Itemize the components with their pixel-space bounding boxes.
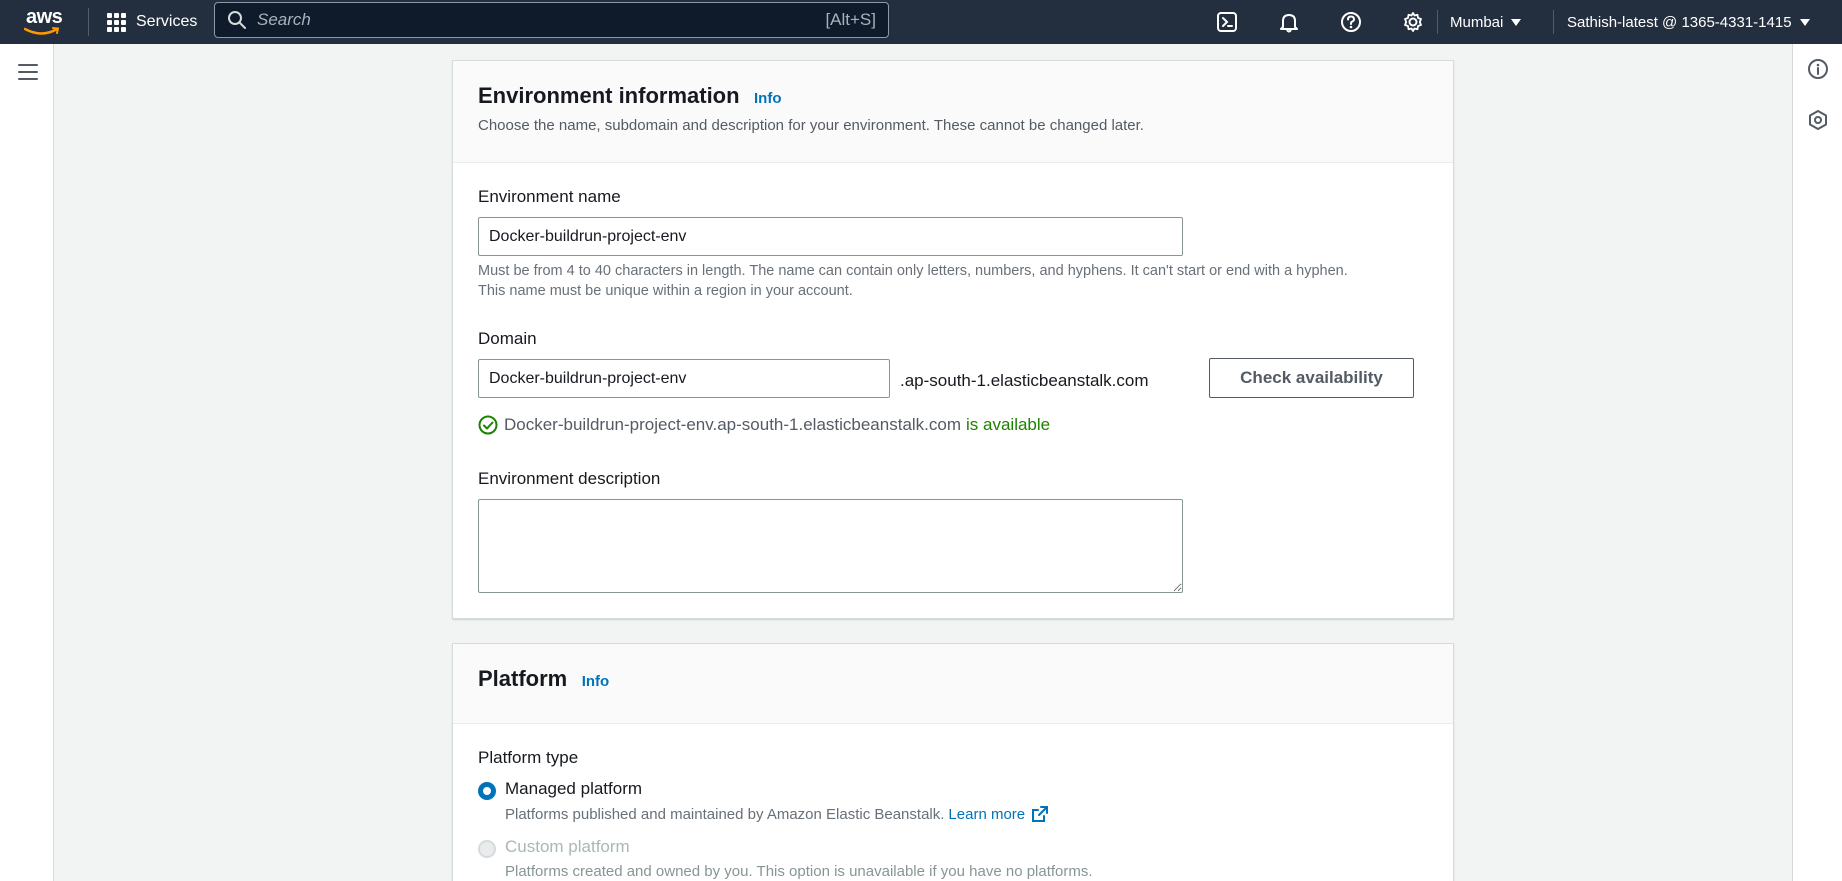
help-icon xyxy=(1341,12,1361,32)
environment-name-label: Environment name xyxy=(478,187,621,206)
environment-description-label: Environment description xyxy=(478,469,661,488)
top-navigation: aws Services [Alt+S] xyxy=(0,0,1842,44)
account-label: Sathish-latest @ 1365-4331-1415 xyxy=(1567,13,1792,31)
aws-logo-text: aws xyxy=(26,6,63,28)
panel-header: Platform Info xyxy=(453,644,1453,724)
region-selector[interactable]: Mumbai xyxy=(1450,0,1522,44)
domain-label: Domain xyxy=(478,329,537,348)
settings-button[interactable] xyxy=(1382,0,1444,44)
search-input[interactable] xyxy=(257,10,826,30)
domain-input[interactable] xyxy=(478,359,890,398)
services-menu-button[interactable]: Services xyxy=(107,0,197,44)
grid-icon xyxy=(107,12,126,32)
environment-name-hint: Must be from 4 to 40 characters in lengt… xyxy=(478,263,1348,279)
nav-divider xyxy=(1437,10,1438,34)
panel-header: Environment information Info Choose the … xyxy=(453,61,1453,163)
availability-ok-text: is available xyxy=(966,415,1051,434)
hexagon-icon[interactable] xyxy=(1807,109,1829,131)
availability-status: Docker-buildrun-project-env.ap-south-1.e… xyxy=(478,415,1050,435)
services-label: Services xyxy=(136,13,198,30)
bell-icon xyxy=(1280,14,1298,33)
environment-name-input[interactable] xyxy=(478,217,1183,256)
nav-divider xyxy=(88,8,89,36)
panel-title: Environment information xyxy=(478,83,740,108)
check-circle-icon xyxy=(478,415,498,435)
custom-platform-label: Custom platform xyxy=(505,837,630,856)
external-link-icon[interactable] xyxy=(1031,805,1049,823)
notifications-button[interactable] xyxy=(1258,0,1320,44)
gear-icon xyxy=(1404,12,1422,32)
menu-icon[interactable] xyxy=(18,64,38,85)
aws-smile-icon xyxy=(24,27,60,35)
info-link[interactable]: Info xyxy=(754,90,782,107)
panel-description: Choose the name, subdomain and descripti… xyxy=(478,117,1144,134)
help-button[interactable] xyxy=(1320,0,1382,44)
info-icon[interactable] xyxy=(1807,58,1829,80)
platform-panel: Platform Info Platform type Managed plat… xyxy=(452,643,1454,881)
environment-description-textarea[interactable] xyxy=(478,499,1183,593)
region-label: Mumbai xyxy=(1450,13,1504,31)
custom-platform-radio[interactable] xyxy=(478,840,496,858)
info-link[interactable]: Info xyxy=(582,673,610,690)
terminal-icon xyxy=(1217,12,1237,32)
nav-icon-group xyxy=(1196,0,1444,44)
managed-platform-hint: Platforms published and maintained by Am… xyxy=(505,805,1049,823)
search-shortcut: [Alt+S] xyxy=(825,10,876,29)
environment-name-hint-unique: This name must be unique within a region… xyxy=(478,283,853,299)
aws-logo[interactable]: aws xyxy=(22,0,82,44)
caret-down-icon xyxy=(1799,18,1810,26)
account-menu[interactable]: Sathish-latest @ 1365-4331-1415 xyxy=(1567,0,1810,44)
environment-information-panel: Environment information Info Choose the … xyxy=(452,60,1454,619)
search-bar[interactable]: [Alt+S] xyxy=(214,2,889,38)
managed-platform-hint-text: Platforms published and maintained by Am… xyxy=(505,805,945,823)
left-navigation-rail xyxy=(0,44,54,881)
custom-platform-hint: Platforms created and owned by you. This… xyxy=(505,863,1093,880)
right-tools-rail xyxy=(1792,44,1842,881)
managed-platform-radio[interactable] xyxy=(478,782,496,800)
nav-divider xyxy=(1553,10,1554,34)
domain-suffix: .ap-south-1.elasticbeanstalk.com xyxy=(900,371,1149,390)
caret-down-icon xyxy=(1511,18,1522,26)
platform-type-label: Platform type xyxy=(478,748,579,767)
managed-platform-label[interactable]: Managed platform xyxy=(505,779,642,799)
panel-title: Platform xyxy=(478,666,568,691)
check-availability-button[interactable]: Check availability xyxy=(1209,358,1414,398)
learn-more-link[interactable]: Learn more xyxy=(948,806,1025,823)
availability-domain: Docker-buildrun-project-env.ap-south-1.e… xyxy=(504,415,962,434)
search-icon xyxy=(228,11,246,29)
cloudshell-button[interactable] xyxy=(1196,0,1258,44)
